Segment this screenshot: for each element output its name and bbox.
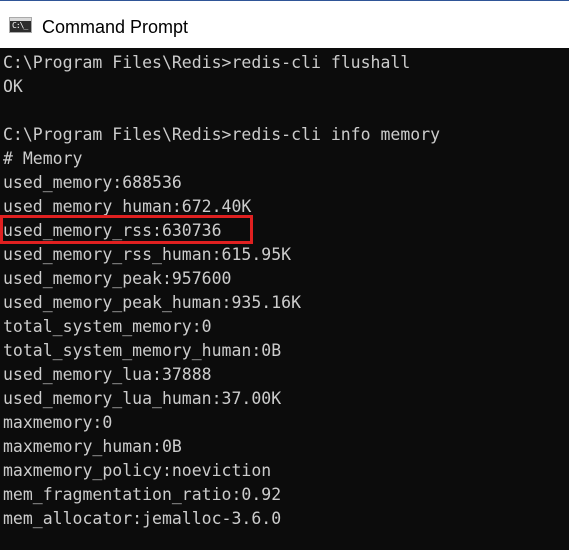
- console-line: C:\Program Files\Redis>redis-cli flushal…: [3, 53, 411, 72]
- console-line: total_system_memory:0: [3, 317, 212, 336]
- console-line: mem_allocator:jemalloc-3.6.0: [3, 509, 282, 528]
- console-line: maxmemory:0: [3, 413, 113, 432]
- console-line: mem_fragmentation_ratio:0.92: [3, 485, 282, 504]
- console-line: # Memory: [3, 149, 83, 168]
- command-prompt-window: C:\_ Command Prompt C:\Program Files\Red…: [0, 0, 569, 550]
- title-bar[interactable]: C:\_ Command Prompt: [0, 0, 569, 48]
- window-title: Command Prompt: [42, 17, 189, 37]
- console-line: used_memory_lua_human:37.00K: [3, 389, 282, 408]
- command-prompt-icon[interactable]: C:\_: [9, 17, 32, 33]
- console-line: used_memory_lua:37888: [3, 365, 212, 384]
- console-line: used_memory_peak_human:935.16K: [3, 293, 302, 312]
- icon-glyph: C:\_: [12, 21, 28, 30]
- console-line: maxmemory_policy:noeviction: [3, 461, 272, 480]
- console-line: used_memory:688536: [3, 173, 182, 192]
- console-line: OK: [3, 77, 23, 96]
- console-line: maxmemory_human:0B: [3, 437, 182, 456]
- console-output-area[interactable]: C:\Program Files\Redis>redis-cli flushal…: [0, 48, 569, 550]
- console-line: used_memory_rss_human:615.95K: [3, 245, 292, 264]
- console-line-highlighted: used_memory_rss:630736: [3, 221, 222, 240]
- console-line: total_system_memory_human:0B: [3, 341, 282, 360]
- console-lines: C:\Program Files\Redis>redis-cli flushal…: [3, 51, 440, 531]
- console-line: used_memory_peak:957600: [3, 269, 232, 288]
- console-line: used_memory_human:672.40K: [3, 197, 252, 216]
- console-line: C:\Program Files\Redis>redis-cli info me…: [3, 125, 441, 144]
